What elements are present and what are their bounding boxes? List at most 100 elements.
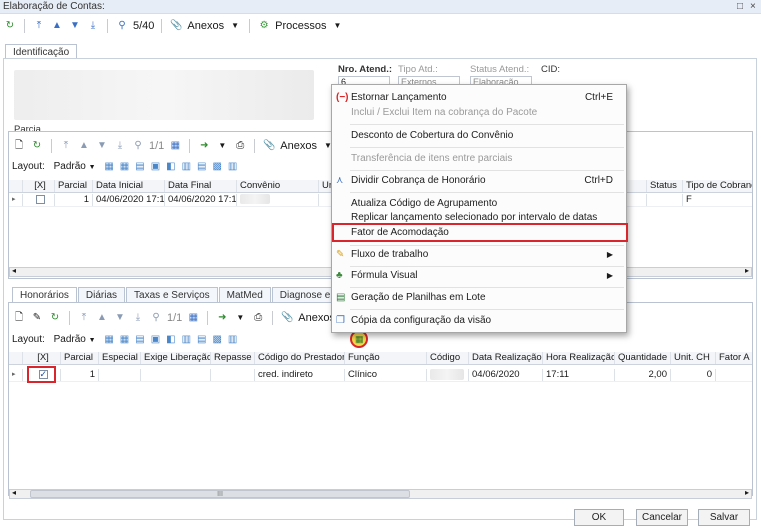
- tab-taxas-servicos[interactable]: Taxas e Serviços: [126, 287, 218, 303]
- tab-diarias[interactable]: Diárias: [77, 287, 126, 303]
- tab-honorarios[interactable]: Honorários: [12, 287, 77, 303]
- context-menu: (−) Estornar Lançamento Ctrl+E Inclui / …: [331, 84, 627, 333]
- col-header[interactable]: Quantidade: [615, 352, 671, 364]
- col-header[interactable]: Status: [647, 180, 683, 192]
- col-header[interactable]: Data Inicial: [93, 180, 165, 192]
- honorarios-horizontal-scrollbar[interactable]: ◂ III ▸: [9, 488, 752, 499]
- row-checkbox[interactable]: [23, 194, 55, 206]
- anexos-button[interactable]: Anexos: [280, 140, 317, 152]
- col-header[interactable]: Código do Prestador: [255, 352, 345, 364]
- col-header[interactable]: Tipo de Cobrança: [683, 180, 752, 192]
- menu-item-formula-visual[interactable]: ♣ Fórmula Visual ▶: [332, 267, 625, 285]
- new-doc-icon[interactable]: 🗋: [12, 139, 26, 153]
- save-button[interactable]: Salvar: [698, 509, 750, 526]
- next-record-icon[interactable]: ▼: [68, 19, 82, 33]
- menu-item-planilhas-lote[interactable]: ▤ Geração de Planilhas em Lote: [332, 289, 625, 307]
- menu-item-copia-configuracao[interactable]: ❐ Cópia da configuração da visão: [332, 312, 625, 330]
- layout-select[interactable]: Padrão: [54, 334, 86, 345]
- chevron-down-icon[interactable]: ▼: [215, 139, 229, 153]
- binoculars-icon[interactable]: ⚲: [149, 311, 163, 325]
- scroll-left-icon[interactable]: ◂: [12, 266, 16, 275]
- scroll-right-icon[interactable]: ▸: [745, 488, 749, 497]
- menu-separator: [350, 287, 624, 288]
- first-record-icon[interactable]: ⤒: [77, 311, 91, 325]
- print-icon[interactable]: ⎙: [233, 139, 247, 153]
- col-header[interactable]: Repasse: [211, 352, 255, 364]
- table-row[interactable]: ▸ 1 cred. indireto Clínico 04/06/2020 17…: [9, 369, 752, 382]
- edit-doc-icon[interactable]: ✎: [30, 311, 44, 325]
- last-record-icon[interactable]: ⤓: [86, 19, 100, 33]
- first-record-icon[interactable]: ⤒: [59, 139, 73, 153]
- col-header[interactable]: [X]: [23, 352, 61, 364]
- col-header[interactable]: Parcial: [61, 352, 99, 364]
- parcial-layout-row: Layout: Padrão ▼ ▦▦▤▣◧▥▤▩▥: [12, 161, 243, 172]
- processos-button[interactable]: Processos: [275, 20, 326, 32]
- scroll-left-icon[interactable]: ◂: [12, 488, 16, 497]
- last-record-icon[interactable]: ⤓: [131, 311, 145, 325]
- chevron-down-icon[interactable]: ▼: [233, 311, 247, 325]
- calendar-icon[interactable]: ▦: [186, 311, 200, 325]
- chevron-down-icon[interactable]: ▼: [89, 164, 96, 171]
- nro-atend-label: Nro. Atend.:: [338, 64, 393, 75]
- new-doc-icon[interactable]: 🗋: [12, 311, 26, 325]
- cell-codigo: [427, 369, 469, 381]
- chevron-down-icon[interactable]: ▼: [89, 337, 96, 344]
- col-header[interactable]: Especial: [99, 352, 141, 364]
- print-icon[interactable]: ⎙: [251, 311, 265, 325]
- record-counter: 5/40: [133, 20, 155, 32]
- col-header[interactable]: Data Realização: [469, 352, 543, 364]
- next-record-icon[interactable]: ▼: [113, 311, 127, 325]
- layout-select[interactable]: Padrão: [54, 161, 86, 172]
- col-header[interactable]: Parcial: [55, 180, 93, 192]
- prev-record-icon[interactable]: ▲: [95, 311, 109, 325]
- refresh-icon[interactable]: ↻: [3, 19, 17, 33]
- export-icon[interactable]: ➜: [197, 139, 211, 153]
- record-counter: 1/1: [167, 312, 183, 324]
- close-icon[interactable]: ×: [750, 0, 756, 13]
- tab-matmed[interactable]: MatMed: [218, 287, 271, 303]
- layout-tools-icons[interactable]: ▦▦▤▣◧▥▤▩▥: [104, 334, 243, 345]
- prev-record-icon[interactable]: ▲: [50, 19, 64, 33]
- menu-item-fluxo-trabalho[interactable]: ✎ Fluxo de trabalho ▶: [332, 246, 625, 264]
- menu-item-transferencia[interactable]: Transferência de itens entre parciais: [332, 150, 625, 168]
- checkbox[interactable]: [35, 194, 45, 204]
- binoculars-icon[interactable]: ⚲: [131, 139, 145, 153]
- row-pointer-icon: ▸: [9, 194, 23, 206]
- col-header[interactable]: Unit. CH: [671, 352, 716, 364]
- menu-item-dividir-cobranca[interactable]: ⋏ Dividir Cobrança de Honorário Ctrl+D: [332, 172, 625, 190]
- refresh-icon[interactable]: ↻: [30, 139, 44, 153]
- col-header[interactable]: Função: [345, 352, 427, 364]
- toolbar-divider: [207, 311, 209, 325]
- scroll-right-icon[interactable]: ▸: [745, 266, 749, 275]
- binoculars-icon[interactable]: ⚲: [115, 19, 129, 33]
- cancel-button[interactable]: Cancelar: [636, 509, 688, 526]
- toolbar-divider: [254, 139, 256, 153]
- next-record-icon[interactable]: ▼: [95, 139, 109, 153]
- anexos-button[interactable]: Anexos: [187, 20, 224, 32]
- chevron-down-icon[interactable]: ▼: [228, 19, 242, 33]
- menu-item-inclui-exclui[interactable]: Inclui / Exclui Item na cobrança do Paco…: [332, 104, 625, 122]
- last-record-icon[interactable]: ⤓: [113, 139, 127, 153]
- scroll-thumb[interactable]: III: [30, 490, 410, 498]
- menu-item-label: Estornar Lançamento: [351, 92, 447, 103]
- maximize-icon[interactable]: □: [737, 0, 743, 13]
- col-header[interactable]: Convênio: [237, 180, 319, 192]
- refresh-icon[interactable]: ↻: [48, 311, 62, 325]
- col-header[interactable]: Código: [427, 352, 469, 364]
- prev-record-icon[interactable]: ▲: [77, 139, 91, 153]
- col-header[interactable]: Exige Liberação: [141, 352, 211, 364]
- menu-item-desconto-cobertura[interactable]: Desconto de Cobertura do Convênio: [332, 127, 625, 145]
- first-record-icon[interactable]: ⤒: [32, 19, 46, 33]
- anexos-button[interactable]: Anexos: [298, 312, 335, 324]
- ok-button[interactable]: OK: [574, 509, 624, 526]
- chevron-down-icon[interactable]: ▼: [330, 19, 344, 33]
- calendar-icon[interactable]: ▦: [168, 139, 182, 153]
- col-header[interactable]: Fator A: [716, 352, 752, 364]
- col-header[interactable]: Data Final: [165, 180, 237, 192]
- toolbar-divider: [189, 139, 191, 153]
- col-header[interactable]: [X]: [23, 180, 55, 192]
- spreadsheet-icon: ▤: [336, 292, 346, 303]
- export-icon[interactable]: ➜: [215, 311, 229, 325]
- layout-tools-icons[interactable]: ▦▦▤▣◧▥▤▩▥: [104, 161, 243, 172]
- col-header[interactable]: Hora Realização: [543, 352, 615, 364]
